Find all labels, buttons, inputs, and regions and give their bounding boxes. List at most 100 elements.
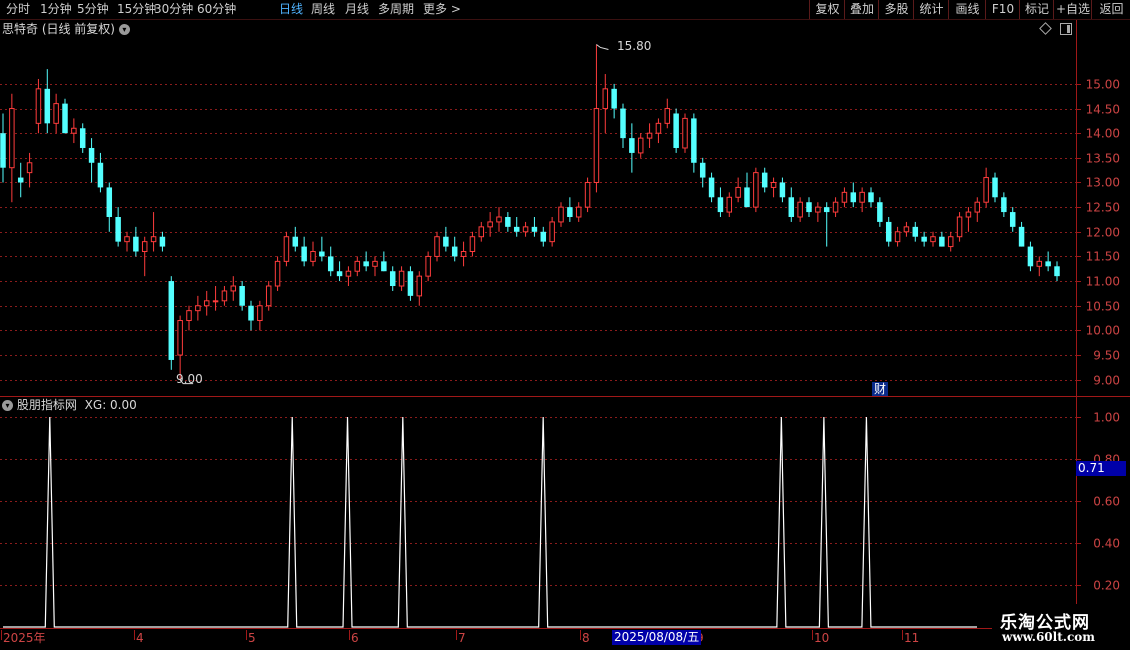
period-tab-0[interactable]: 分时: [6, 1, 30, 17]
period-tab-6[interactable]: 日线: [279, 1, 303, 17]
candle-body: [567, 207, 573, 217]
candle-body: [195, 305, 201, 312]
price-tick-label: 14.50: [1086, 103, 1120, 117]
period-tab-7[interactable]: 周线: [311, 1, 335, 17]
high-price-label: 15.80: [617, 39, 652, 53]
candle-body: [540, 231, 547, 242]
candle-body: [930, 236, 936, 243]
kline-chart-area[interactable]: 9.00 9.50 10.00 10.50 11.00 11.50 12.00 12.50 13…: [0, 20, 1130, 650]
toolbar-button-5[interactable]: F10: [985, 0, 1020, 19]
period-tab-9[interactable]: 多周期: [378, 1, 414, 17]
period-tab-4[interactable]: 30分钟: [154, 1, 193, 17]
candle-body: [398, 270, 405, 287]
candle-body: [1054, 266, 1060, 277]
candle-body: [443, 236, 449, 247]
date-label: 7: [458, 631, 466, 645]
candle-body: [97, 162, 104, 188]
toolbar-button-6[interactable]: 标记: [1019, 0, 1054, 19]
period-tab-10[interactable]: 更多 >: [423, 1, 461, 17]
candle-body: [150, 236, 157, 243]
candle-body: [407, 271, 414, 296]
cursor-date-badge: 2025/08/08/五: [612, 630, 702, 645]
candle-body: [1045, 261, 1051, 267]
candle-body: [947, 236, 954, 248]
candle-body: [558, 206, 564, 223]
date-tick: [246, 630, 247, 640]
candle-body: [292, 236, 299, 247]
candle-body: [761, 172, 768, 188]
candle-body: [735, 186, 741, 198]
candle-body: [637, 137, 644, 154]
candle-body: [939, 236, 945, 247]
candle-body: [44, 88, 51, 124]
indicator-title-row: ▾ 股朋指标网 XG: 0.00: [2, 398, 137, 412]
candle-body: [575, 206, 582, 218]
candle-body: [265, 285, 272, 307]
candle-body: [708, 177, 715, 198]
candle-body: [673, 113, 679, 148]
candle-body: [1001, 197, 1007, 213]
candle-body: [549, 221, 555, 243]
period-tab-5[interactable]: 60分钟: [197, 1, 236, 17]
date-label: 11: [904, 631, 920, 645]
candle-body: [770, 181, 777, 188]
candle-body: [744, 187, 750, 208]
date-tick: [456, 630, 457, 640]
candle-body: [327, 256, 334, 272]
date-tick: [902, 630, 903, 640]
finance-badge[interactable]: 财: [872, 382, 889, 396]
candle-body: [168, 281, 175, 360]
toolbar-button-8[interactable]: 返回: [1091, 0, 1130, 19]
toolbar-button-0[interactable]: 复权: [809, 0, 845, 19]
dropdown-circle-icon[interactable]: ▾: [2, 400, 13, 411]
candle-body: [416, 275, 423, 297]
low-price-label: 9.00: [176, 372, 203, 386]
xg-value: XG: 0.00: [84, 398, 137, 412]
toolbar-button-2[interactable]: 多股: [878, 0, 914, 19]
candle-body: [478, 226, 485, 238]
date-tick: [812, 630, 813, 640]
candle-body: [974, 201, 981, 213]
candle-body: [513, 226, 520, 232]
candle-body: [434, 236, 440, 257]
candle-body: [788, 197, 795, 217]
candle-body: [593, 108, 600, 183]
candle-body: [629, 138, 635, 153]
toolbar-button-7[interactable]: +自选: [1053, 0, 1092, 19]
price-tick-label: 13.50: [1086, 152, 1120, 166]
indicator-title: 股朋指标网: [16, 398, 77, 412]
candle-body: [487, 221, 493, 228]
panel-toggle-icon[interactable]: [1060, 23, 1072, 35]
date-tick: [349, 630, 350, 640]
candle-body: [983, 177, 989, 203]
period-toolbar: 分时 1分钟 5分钟 15分钟 30分钟 60分钟 日线 周线 月线 多周期 更多 > 复权 叠加 多股统…: [0, 0, 1130, 20]
candle-body: [894, 231, 901, 243]
candle-body: [17, 177, 24, 183]
dropdown-circle-icon[interactable]: ▾: [118, 24, 130, 35]
period-tab-8[interactable]: 月线: [345, 1, 369, 17]
candle-body: [345, 270, 352, 277]
date-label: 10: [814, 631, 830, 645]
candle-body: [274, 260, 281, 287]
toolbar-button-1[interactable]: 叠加: [844, 0, 879, 19]
toolbar-button-3[interactable]: 统计: [913, 0, 949, 19]
stock-title: 思特奇 (日线 前复权): [2, 22, 115, 36]
price-tick-label: 11.00: [1086, 275, 1120, 289]
price-tick-label: 9.00: [1093, 374, 1120, 388]
price-tick-label: 14.00: [1086, 127, 1120, 141]
toolbar-button-4[interactable]: 画线: [948, 0, 986, 19]
price-tick-label: 12.00: [1086, 226, 1120, 240]
candle-body: [992, 177, 998, 198]
candle-body: [53, 103, 59, 124]
candle-body: [133, 236, 139, 252]
period-tab-2[interactable]: 5分钟: [77, 1, 109, 17]
candle-body: [203, 300, 210, 307]
candle-body: [230, 285, 237, 292]
period-tab-1[interactable]: 1分钟: [40, 1, 72, 17]
price-tick-label: 9.50: [1093, 349, 1120, 363]
candle-body: [62, 103, 68, 134]
period-tab-3[interactable]: 15分钟: [117, 1, 156, 17]
candle-body: [726, 196, 733, 213]
candle-body: [505, 217, 511, 227]
candle-body: [885, 221, 892, 242]
